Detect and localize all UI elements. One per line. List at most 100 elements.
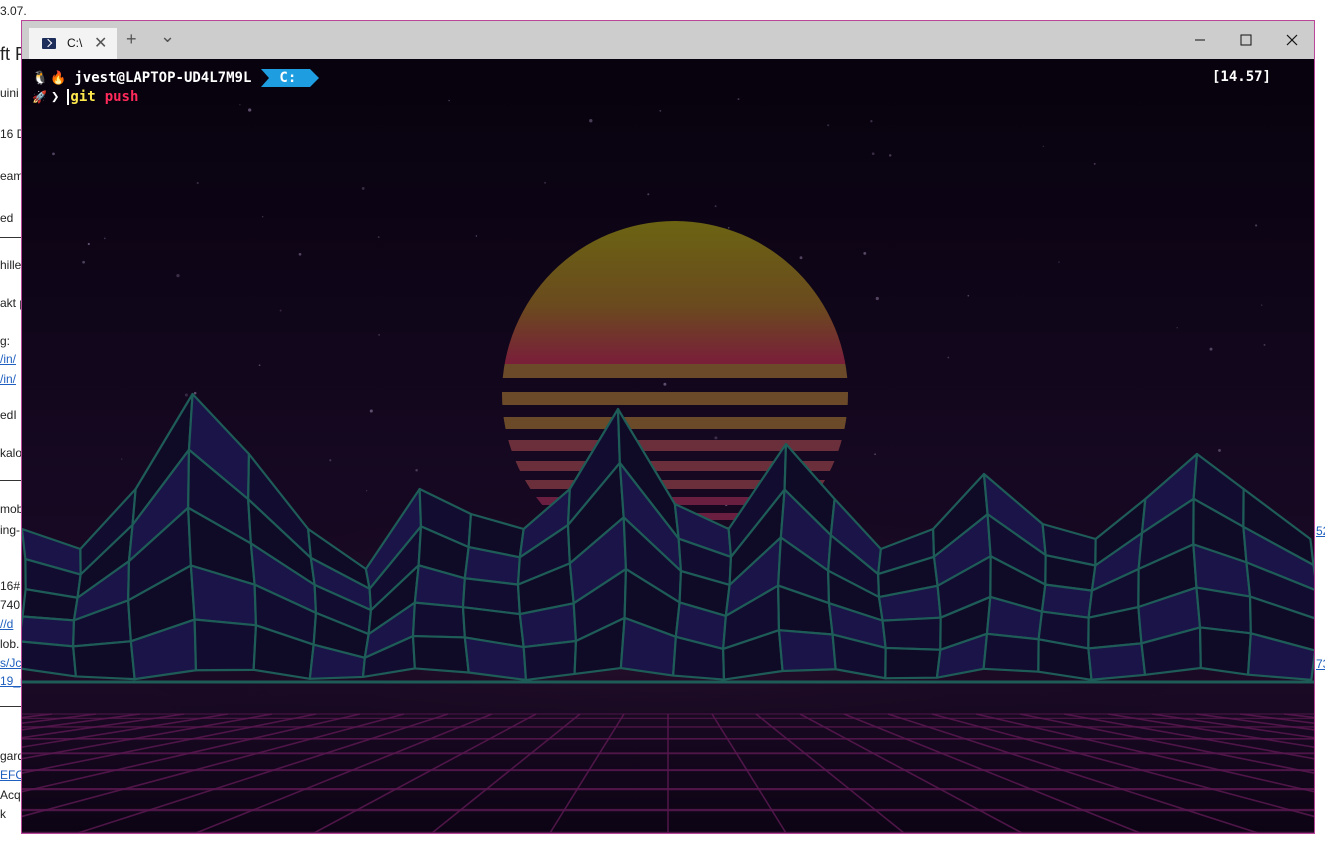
star <box>589 119 593 123</box>
star <box>647 193 650 196</box>
prompt-time: [14.57] <box>1211 69 1271 85</box>
star <box>239 104 241 106</box>
mountain-facet <box>411 601 466 639</box>
background-text-fragment: 740 <box>0 598 21 612</box>
star <box>87 242 90 246</box>
star <box>475 235 478 237</box>
background-text-fragment: g: <box>0 334 11 348</box>
prompt-line: 🐧 🔥 jvest@LAPTOP-UD4L7M9L C: <box>32 69 320 87</box>
rocket-icon: 🚀 <box>32 90 47 104</box>
star <box>103 237 106 240</box>
close-icon <box>1286 34 1298 46</box>
star <box>1209 347 1213 351</box>
background-link-fragment[interactable]: /in/ <box>0 352 16 366</box>
mountain-facet <box>193 618 258 672</box>
star <box>415 468 418 472</box>
background-link-fragment[interactable]: 52 <box>1316 524 1325 538</box>
star <box>184 393 188 397</box>
tab-close-icon[interactable]: ✕ <box>94 33 107 53</box>
mountain-facet <box>1198 626 1252 676</box>
sun-stripe <box>502 392 848 405</box>
star <box>663 382 667 386</box>
mountain-facet <box>1087 642 1147 681</box>
fire-icon: 🔥 <box>50 70 67 86</box>
background-text-fragment: ing- <box>0 523 21 537</box>
star <box>193 391 197 395</box>
background-text-fragment: 3.07. <box>0 4 27 18</box>
dropdown-chevron-icon[interactable]: ⌄ <box>160 26 175 46</box>
star <box>1042 145 1045 148</box>
star <box>248 108 252 112</box>
star <box>52 152 55 156</box>
sun-stripe <box>502 364 848 378</box>
background-text-fragment: lob. <box>0 637 20 651</box>
star <box>728 227 730 229</box>
powershell-icon <box>42 38 56 49</box>
star <box>365 490 368 492</box>
minimize-button[interactable] <box>1177 21 1223 59</box>
star <box>875 296 879 301</box>
penguin-icon: 🐧 <box>32 70 49 86</box>
star <box>1255 224 1258 227</box>
tab-title: C:\ <box>67 36 83 50</box>
star <box>196 181 199 185</box>
user-host: jvest@LAPTOP-UD4L7M9L <box>74 70 252 86</box>
background-text-fragment: k <box>0 807 6 821</box>
star <box>262 216 264 218</box>
star <box>947 356 950 359</box>
command-line[interactable]: 🚀 ❯ git push <box>32 88 138 106</box>
maximize-button[interactable] <box>1223 21 1269 59</box>
terminal-window: C:\ ✕ + ⌄ 🐧 🔥 jvest@LAPTOP-UD4L7M9L C: [… <box>21 20 1315 834</box>
star <box>737 98 740 101</box>
close-button[interactable] <box>1269 21 1315 59</box>
star <box>1176 327 1178 329</box>
star <box>329 459 332 462</box>
star <box>1218 448 1221 452</box>
background-text-fragment: kalo <box>0 446 23 460</box>
star <box>82 260 85 264</box>
star <box>448 99 450 102</box>
star <box>1261 304 1263 306</box>
star <box>298 252 302 256</box>
new-tab-button[interactable]: + <box>126 29 137 49</box>
background-link-fragment[interactable]: /in/ <box>0 372 16 386</box>
background-text-fragment: edI <box>0 408 17 422</box>
background-text-fragment: ed <box>0 211 14 225</box>
star <box>888 154 892 157</box>
star <box>967 294 970 297</box>
star <box>714 436 718 440</box>
minimize-icon <box>1195 39 1205 41</box>
mountain-facet <box>1195 586 1252 635</box>
star <box>1058 261 1060 263</box>
star <box>361 186 365 190</box>
star <box>870 120 873 123</box>
star <box>871 152 875 156</box>
sun-stripe <box>502 417 848 429</box>
background-text-fragment: 16# <box>0 579 21 593</box>
terminal-body[interactable]: 🐧 🔥 jvest@LAPTOP-UD4L7M9L C: [14.57] 🚀 ❯… <box>22 59 1314 833</box>
background-link-fragment[interactable]: //d <box>0 617 13 631</box>
command-word: git <box>67 89 96 105</box>
sun-stripe <box>502 440 848 451</box>
star <box>544 181 547 184</box>
mountain-facet <box>881 616 942 651</box>
star <box>279 309 282 312</box>
background-link-fragment[interactable]: s/Jc <box>0 656 21 670</box>
background-text-fragment: hille <box>0 258 22 272</box>
star <box>121 458 123 460</box>
path-segment: C: <box>261 69 320 87</box>
star <box>1263 343 1266 346</box>
mountain-facet <box>522 639 578 682</box>
title-bar[interactable]: C:\ ✕ + ⌄ <box>22 21 1314 59</box>
star <box>874 453 876 456</box>
star <box>714 205 717 208</box>
star <box>863 251 867 255</box>
maximize-icon <box>1240 34 1252 46</box>
background-text-fragment: mob <box>0 502 24 516</box>
prompt-arrow-icon: ❯ <box>50 89 60 105</box>
star <box>378 334 380 336</box>
tab-powershell[interactable]: C:\ ✕ <box>29 28 117 59</box>
mountain-facet <box>982 632 1040 673</box>
background-link-fragment[interactable]: 73 <box>1316 657 1325 671</box>
mountain-facet <box>884 646 942 680</box>
